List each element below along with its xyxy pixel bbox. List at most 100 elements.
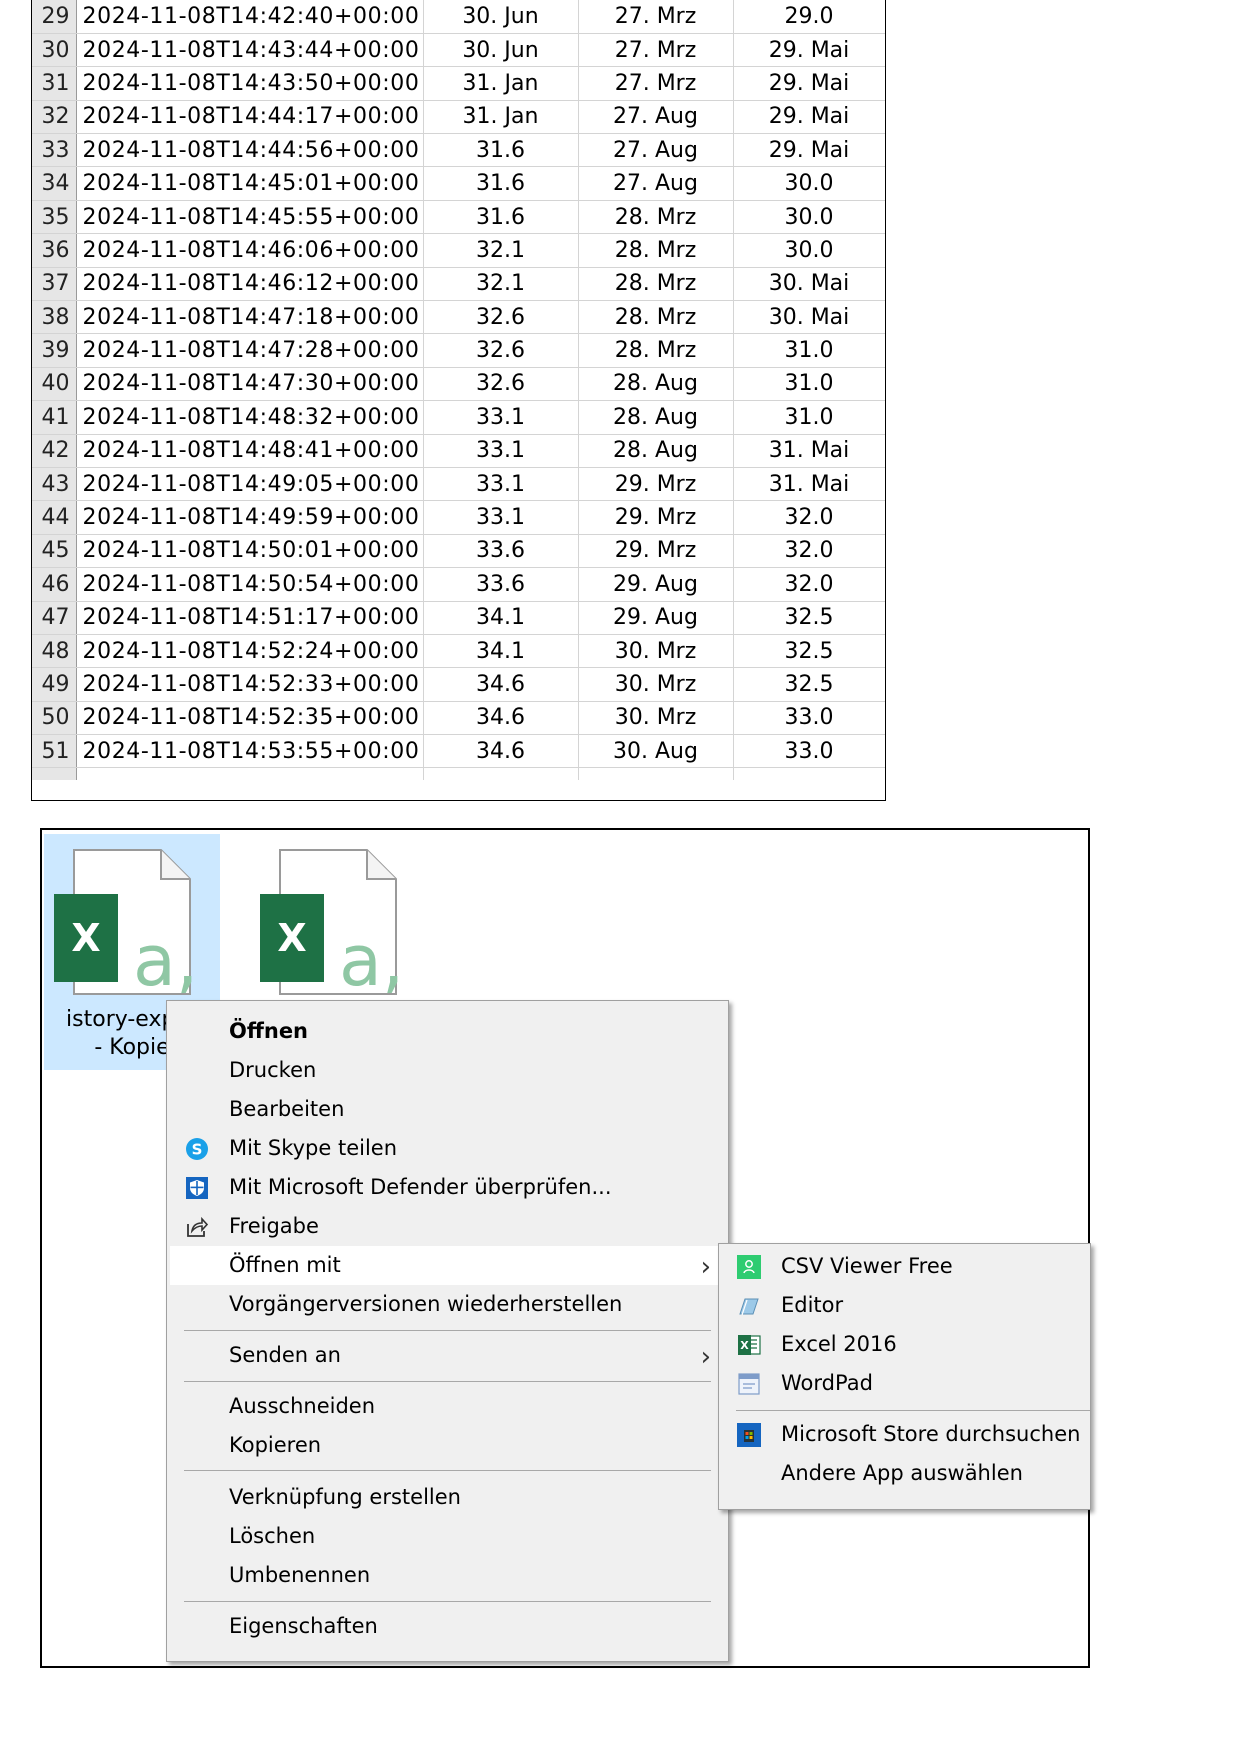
submenu-item-store[interactable]: Microsoft Store durchsuchen	[722, 1415, 1087, 1454]
value-cell[interactable]: 29. Mrz	[578, 500, 734, 535]
value-cell[interactable]: 33.0	[733, 734, 885, 769]
value-cell[interactable]: 31. Jan	[423, 100, 579, 135]
timestamp-cell[interactable]: 2024-11-08T14:47:18+00:00	[76, 300, 424, 335]
value-cell[interactable]: 32.5	[733, 634, 885, 669]
value-cell[interactable]: 32.1	[423, 233, 579, 268]
row-number-cell[interactable]: 51	[32, 734, 77, 769]
timestamp-cell[interactable]: 2024-11-08T14:51:17+00:00	[76, 601, 424, 635]
timestamp-cell[interactable]: 2024-11-08T14:53:55+00:00	[76, 734, 424, 769]
row-number-cell[interactable]: 39	[32, 333, 77, 368]
value-cell[interactable]: 31.6	[423, 166, 579, 201]
menu-item-rename[interactable]: Umbenennen	[170, 1556, 725, 1595]
submenu-item-wordpad[interactable]: WordPad	[722, 1364, 1087, 1403]
value-cell[interactable]: 32.5	[733, 601, 885, 635]
menu-item-properties[interactable]: Eigenschaften	[170, 1607, 725, 1646]
timestamp-cell[interactable]: 2024-11-08T14:44:56+00:00	[76, 133, 424, 168]
value-cell[interactable]: 29. Mai	[733, 100, 885, 135]
row-number-cell[interactable]: 36	[32, 233, 77, 268]
timestamp-cell[interactable]: 2024-11-08T14:45:01+00:00	[76, 166, 424, 201]
timestamp-cell[interactable]: 2024-11-08T14:45:55+00:00	[76, 200, 424, 235]
menu-item-print[interactable]: Drucken	[170, 1051, 725, 1090]
row-number-cell[interactable]: 42	[32, 434, 77, 468]
submenu-item-csv-viewer[interactable]: CSV Viewer Free	[722, 1247, 1087, 1286]
value-cell[interactable]: 32.6	[423, 367, 579, 402]
value-cell[interactable]: 29. Mai	[733, 133, 885, 168]
timestamp-cell[interactable]: 2024-11-08T14:46:12+00:00	[76, 267, 424, 302]
value-cell[interactable]: 29. Aug	[578, 601, 734, 635]
value-cell[interactable]: 27. Mrz	[578, 66, 734, 101]
row-number-cell[interactable]: 45	[32, 534, 77, 569]
value-cell[interactable]: 34.6	[423, 734, 579, 769]
value-cell[interactable]: 32.0	[733, 534, 885, 569]
value-cell[interactable]: 34.1	[423, 601, 579, 635]
timestamp-cell[interactable]: 2024-11-08T14:49:59+00:00	[76, 500, 424, 535]
value-cell[interactable]: 29. Mai	[733, 33, 885, 68]
value-cell[interactable]: 28. Mrz	[578, 333, 734, 368]
value-cell[interactable]: 27. Mrz	[578, 33, 734, 68]
timestamp-cell[interactable]: 2024-11-08T14:47:28+00:00	[76, 333, 424, 368]
row-number-cell[interactable]: 49	[32, 667, 77, 702]
row-number-cell[interactable]: 44	[32, 500, 77, 535]
menu-item-cut[interactable]: Ausschneiden	[170, 1387, 725, 1426]
value-cell[interactable]: 29. Mrz	[578, 534, 734, 569]
row-number-cell[interactable]: 32	[32, 100, 77, 135]
menu-item-delete[interactable]: Löschen	[170, 1517, 725, 1556]
value-cell[interactable]: 30.0	[733, 166, 885, 201]
timestamp-cell[interactable]: 2024-11-08T14:46:06+00:00	[76, 233, 424, 268]
menu-item-copy[interactable]: Kopieren	[170, 1426, 725, 1465]
timestamp-cell[interactable]: 2024-11-08T14:49:05+00:00	[76, 467, 424, 502]
value-cell[interactable]: 33.0	[733, 701, 885, 736]
menu-item-open[interactable]: Öffnen	[170, 1012, 725, 1051]
value-cell[interactable]: 27. Aug	[578, 166, 734, 201]
timestamp-cell[interactable]: 2024-11-08T14:44:17+00:00	[76, 100, 424, 135]
value-cell[interactable]: 30. Jun	[423, 0, 579, 34]
value-cell[interactable]: 31.0	[733, 400, 885, 435]
timestamp-cell[interactable]: 2024-11-08T14:50:01+00:00	[76, 534, 424, 569]
timestamp-cell[interactable]: 2024-11-08T14:48:41+00:00	[76, 434, 424, 468]
value-cell[interactable]: 30.0	[733, 233, 885, 268]
row-number-cell[interactable]: 43	[32, 467, 77, 502]
value-cell[interactable]: 28. Mrz	[578, 200, 734, 235]
timestamp-cell[interactable]: 2024-11-08T14:52:24+00:00	[76, 634, 424, 669]
value-cell[interactable]: 32.5	[733, 667, 885, 702]
submenu-item-excel[interactable]: X Excel 2016	[722, 1325, 1087, 1364]
value-cell[interactable]: 32.0	[733, 500, 885, 535]
value-cell[interactable]: 30.0	[733, 200, 885, 235]
value-cell[interactable]: 27. Aug	[578, 100, 734, 135]
value-cell[interactable]: 33.1	[423, 434, 579, 468]
menu-item-share-skype[interactable]: S Mit Skype teilen	[170, 1129, 725, 1168]
value-cell[interactable]: 34.6	[423, 667, 579, 702]
value-cell[interactable]: 29.0	[733, 0, 885, 34]
value-cell[interactable]: 32.6	[423, 333, 579, 368]
value-cell[interactable]: 30. Aug	[578, 734, 734, 769]
value-cell[interactable]: 31.0	[733, 367, 885, 402]
menu-item-defender-scan[interactable]: Mit Microsoft Defender überprüfen...	[170, 1168, 725, 1207]
value-cell[interactable]: 30. Mrz	[578, 667, 734, 702]
timestamp-cell[interactable]: 2024-11-08T14:52:35+00:00	[76, 701, 424, 736]
row-number-cell[interactable]: 31	[32, 66, 77, 101]
row-number-cell[interactable]: 37	[32, 267, 77, 302]
value-cell[interactable]: 29. Mrz	[578, 467, 734, 502]
value-cell[interactable]: 28. Aug	[578, 400, 734, 435]
menu-item-edit[interactable]: Bearbeiten	[170, 1090, 725, 1129]
value-cell[interactable]: 33.6	[423, 567, 579, 602]
value-cell[interactable]: 30. Mai	[733, 267, 885, 302]
menu-item-restore-versions[interactable]: Vorgängerversionen wiederherstellen	[170, 1285, 725, 1324]
row-number-cell[interactable]: 35	[32, 200, 77, 235]
timestamp-cell[interactable]: 2024-11-08T14:43:44+00:00	[76, 33, 424, 68]
value-cell[interactable]: 32.6	[423, 300, 579, 335]
submenu-item-choose-other-app[interactable]: Andere App auswählen	[722, 1454, 1087, 1493]
value-cell[interactable]: 30. Jun	[423, 33, 579, 68]
value-cell[interactable]: 29. Mai	[733, 66, 885, 101]
value-cell[interactable]: 28. Aug	[578, 367, 734, 402]
menu-item-create-shortcut[interactable]: Verknüpfung erstellen	[170, 1478, 725, 1517]
menu-item-open-with[interactable]: Öffnen mit ›	[170, 1246, 725, 1285]
value-cell[interactable]: 33.1	[423, 500, 579, 535]
value-cell[interactable]: 30. Mai	[733, 300, 885, 335]
menu-item-send-to[interactable]: Senden an ›	[170, 1336, 725, 1375]
row-number-cell[interactable]: 48	[32, 634, 77, 669]
timestamp-cell[interactable]: 2024-11-08T14:48:32+00:00	[76, 400, 424, 435]
row-number-cell[interactable]: 47	[32, 601, 77, 635]
value-cell[interactable]: 27. Mrz	[578, 0, 734, 34]
value-cell[interactable]: 33.1	[423, 400, 579, 435]
